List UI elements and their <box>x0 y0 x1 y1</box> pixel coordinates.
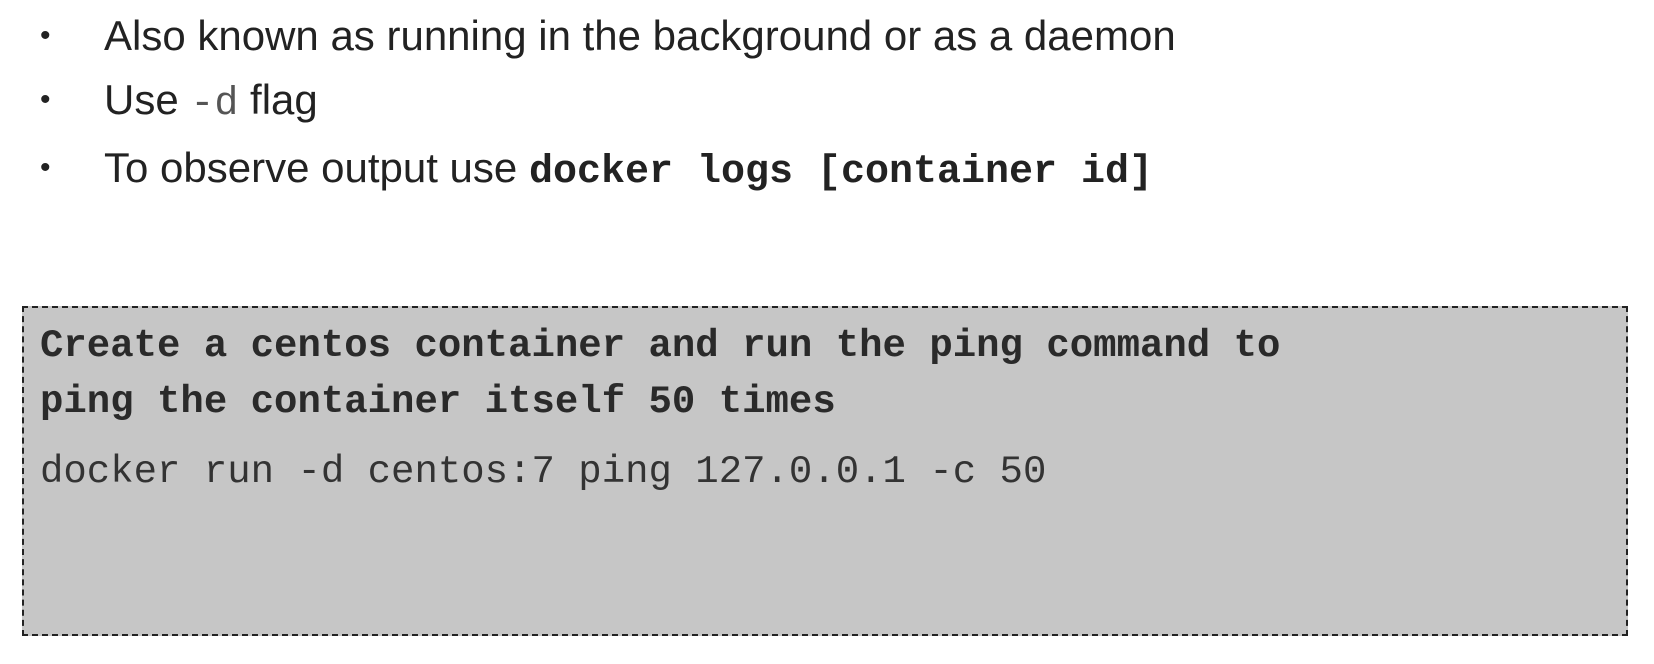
task-box: Create a centos container and run the pi… <box>22 306 1628 636</box>
bullet-prefix: To observe output use <box>104 144 529 191</box>
task-heading-line-1: Create a centos container and run the pi… <box>40 324 1281 368</box>
bullet-text: To observe output use docker logs [conta… <box>104 138 1153 203</box>
bullet-prefix: Use <box>104 76 191 123</box>
bullet-suffix: flag <box>238 76 318 123</box>
bullet-marker: • <box>40 19 51 52</box>
bullet-marker: • <box>40 151 51 184</box>
task-command: docker run -d centos:7 ping 127.0.0.1 -c… <box>40 450 1047 494</box>
bullet-item-flag: • Use -d flag <box>0 70 1600 130</box>
bullet-item-background: • Also known as running in the backgroun… <box>0 6 1600 66</box>
bullet-item-logs: • To observe output use docker logs [con… <box>0 138 1600 198</box>
bullet-text: Also known as running in the background … <box>104 12 1176 59</box>
bullet-marker: • <box>40 83 51 116</box>
task-heading-line-2: ping the container itself 50 times <box>40 380 836 424</box>
inline-code-logs-command: docker logs [container id] <box>528 150 1154 195</box>
task-heading: Create a centos container and run the pi… <box>40 318 1620 430</box>
bullet-text: Use -d flag <box>104 70 318 135</box>
inline-code-flag: -d <box>190 82 239 127</box>
